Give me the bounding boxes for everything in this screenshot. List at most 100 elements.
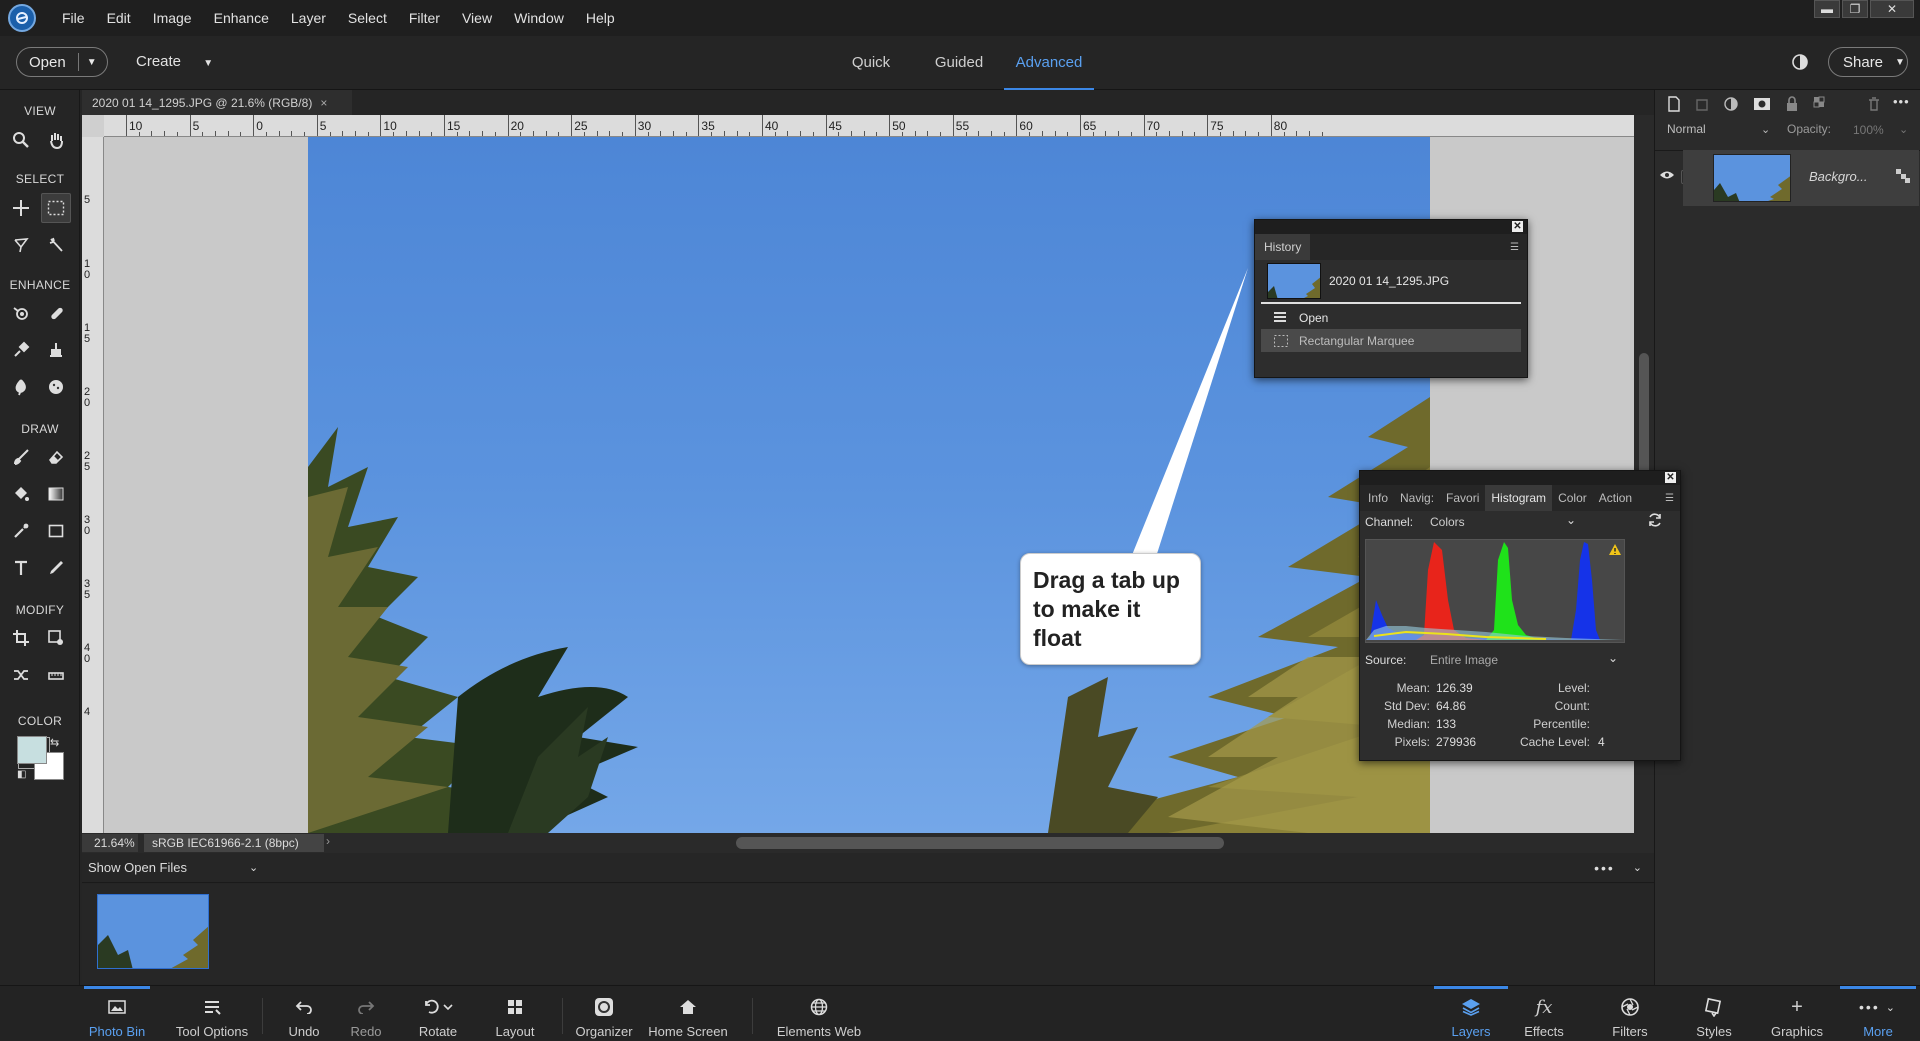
opacity-value[interactable]: 100% xyxy=(1853,123,1884,137)
new-layer-icon[interactable] xyxy=(1667,96,1681,112)
menu-file[interactable]: File xyxy=(62,10,85,26)
tab-navigator[interactable]: Navig: xyxy=(1394,485,1440,511)
quick-selection-icon[interactable] xyxy=(41,230,71,260)
panel-menu-icon[interactable]: ••• xyxy=(1893,94,1910,109)
tab-histogram[interactable]: Histogram xyxy=(1485,485,1553,511)
adjustment-layer-icon[interactable] xyxy=(1723,96,1739,112)
refresh-icon[interactable] xyxy=(1647,512,1663,528)
menu-layer[interactable]: Layer xyxy=(291,10,326,26)
close-button[interactable]: ✕ xyxy=(1870,0,1914,18)
hand-tool-icon[interactable] xyxy=(41,125,71,155)
chevron-right-icon[interactable]: › xyxy=(326,834,330,848)
theme-toggle-icon[interactable] xyxy=(1790,52,1810,72)
tab-info[interactable]: Info xyxy=(1362,485,1394,511)
eraser-tool-icon[interactable] xyxy=(41,442,71,472)
tab-guided[interactable]: Guided xyxy=(928,36,990,90)
zoom-tool-icon[interactable] xyxy=(6,125,36,155)
histogram-panel-titlebar[interactable]: ✕ xyxy=(1360,471,1680,485)
effects-button[interactable]: fx Effects xyxy=(1514,986,1574,1041)
photo-bin-button[interactable]: Photo Bin xyxy=(84,986,150,1041)
panel-menu-icon[interactable]: ☰ xyxy=(1665,493,1674,504)
open-button[interactable]: Open ▼ xyxy=(16,47,108,77)
elements-web-button[interactable]: Elements Web xyxy=(772,986,866,1041)
organizer-button[interactable]: Organizer xyxy=(572,986,636,1041)
close-icon[interactable]: ✕ xyxy=(1665,472,1676,483)
menu-enhance[interactable]: Enhance xyxy=(214,10,269,26)
layer-row-background[interactable]: Backgro... xyxy=(1683,150,1919,206)
chevron-down-icon[interactable]: ⌄ xyxy=(1899,123,1908,136)
spot-healing-icon[interactable] xyxy=(41,298,71,328)
history-step-marquee[interactable]: Rectangular Marquee xyxy=(1261,329,1521,352)
history-snapshot[interactable]: 2020 01 14_1295.JPG xyxy=(1261,260,1521,304)
layers-button[interactable]: Layers xyxy=(1434,986,1508,1041)
history-tab[interactable]: History xyxy=(1255,234,1311,260)
lock-icon[interactable] xyxy=(1785,96,1799,112)
close-icon[interactable]: ✕ xyxy=(1512,221,1523,232)
document-tab[interactable]: 2020 01 14_1295.JPG @ 21.6% (RGB/8) × xyxy=(82,90,352,115)
share-button[interactable]: Share ▼ xyxy=(1828,47,1908,77)
menu-image[interactable]: Image xyxy=(153,10,192,26)
type-tool-icon[interactable] xyxy=(6,553,36,583)
rotate-button[interactable]: Rotate xyxy=(408,986,468,1041)
redo-button[interactable]: Redo xyxy=(342,986,390,1041)
create-button[interactable]: Create ▼ xyxy=(136,53,213,70)
graphics-button[interactable]: + Graphics xyxy=(1762,986,1832,1041)
menu-view[interactable]: View xyxy=(462,10,492,26)
more-options-icon[interactable]: ••• xyxy=(1594,860,1615,876)
menu-filter[interactable]: Filter xyxy=(409,10,440,26)
clone-stamp-icon[interactable] xyxy=(41,335,71,365)
rectangle-shape-icon[interactable] xyxy=(41,516,71,546)
pencil-tool-icon[interactable] xyxy=(41,553,71,583)
content-aware-move-icon[interactable] xyxy=(6,660,36,690)
sponge-tool-icon[interactable] xyxy=(41,372,71,402)
more-button[interactable]: ••• ⌄ More xyxy=(1840,986,1916,1041)
trash-icon[interactable] xyxy=(1867,96,1881,112)
tab-favorites[interactable]: Favori xyxy=(1440,485,1485,511)
layer-name[interactable]: Backgro... xyxy=(1809,169,1868,184)
channel-select[interactable]: Colors xyxy=(1430,515,1465,529)
minimize-button[interactable]: ▬ xyxy=(1814,0,1840,18)
horizontal-scrollbar[interactable]: 21.64% sRGB IEC61966-2.1 (8bpc) › xyxy=(82,833,1654,853)
paint-bucket-icon[interactable] xyxy=(6,479,36,509)
new-group-icon[interactable] xyxy=(1695,96,1709,112)
red-eye-tool-icon[interactable] xyxy=(6,298,36,328)
panel-menu-icon[interactable]: ☰ xyxy=(1510,242,1519,253)
tool-options-button[interactable]: Tool Options xyxy=(170,986,254,1041)
history-step-open[interactable]: Open xyxy=(1261,306,1521,329)
restore-button[interactable]: ❐ xyxy=(1842,0,1868,18)
chevron-down-icon[interactable]: ▼ xyxy=(87,57,97,68)
photo-bin-thumbnail[interactable] xyxy=(97,894,209,969)
recompose-tool-icon[interactable] xyxy=(41,623,71,653)
horizontal-scroll-thumb[interactable] xyxy=(736,837,1224,849)
chevron-down-icon[interactable]: ⌄ xyxy=(249,861,258,874)
layer-mask-icon[interactable] xyxy=(1753,97,1771,111)
foreground-color-swatch[interactable] xyxy=(17,736,47,764)
show-open-files-dropdown[interactable]: Show Open Files xyxy=(88,860,187,875)
collapse-bin-icon[interactable]: ⌄ xyxy=(1633,861,1642,874)
blur-tool-icon[interactable] xyxy=(6,372,36,402)
eyedropper-icon[interactable] xyxy=(6,516,36,546)
chevron-down-icon[interactable]: ⌄ xyxy=(1566,513,1576,527)
lasso-tool-icon[interactable] xyxy=(6,230,36,260)
menu-window[interactable]: Window xyxy=(514,10,564,26)
menu-help[interactable]: Help xyxy=(586,10,615,26)
tab-color[interactable]: Color xyxy=(1552,485,1593,511)
tab-action[interactable]: Action xyxy=(1593,485,1638,511)
undo-button[interactable]: Undo xyxy=(280,986,328,1041)
menu-edit[interactable]: Edit xyxy=(107,10,131,26)
gradient-tool-icon[interactable] xyxy=(41,479,71,509)
blend-mode-select[interactable]: Normal ⌄ xyxy=(1667,122,1770,136)
close-tab-icon[interactable]: × xyxy=(320,96,327,110)
smart-brush-icon[interactable] xyxy=(6,335,36,365)
source-select[interactable]: Entire Image xyxy=(1430,653,1498,667)
menu-select[interactable]: Select xyxy=(348,10,387,26)
lock-transparency-icon[interactable] xyxy=(1813,96,1829,112)
home-screen-button[interactable]: Home Screen xyxy=(648,986,728,1041)
tab-advanced[interactable]: Advanced xyxy=(1004,36,1094,90)
default-colors-icon[interactable]: ◧ xyxy=(17,769,26,780)
filters-button[interactable]: Filters xyxy=(1596,986,1664,1041)
rectangular-marquee-icon[interactable] xyxy=(41,193,71,223)
straighten-tool-icon[interactable] xyxy=(41,660,71,690)
styles-button[interactable]: Styles xyxy=(1684,986,1744,1041)
tab-quick[interactable]: Quick xyxy=(840,36,902,90)
